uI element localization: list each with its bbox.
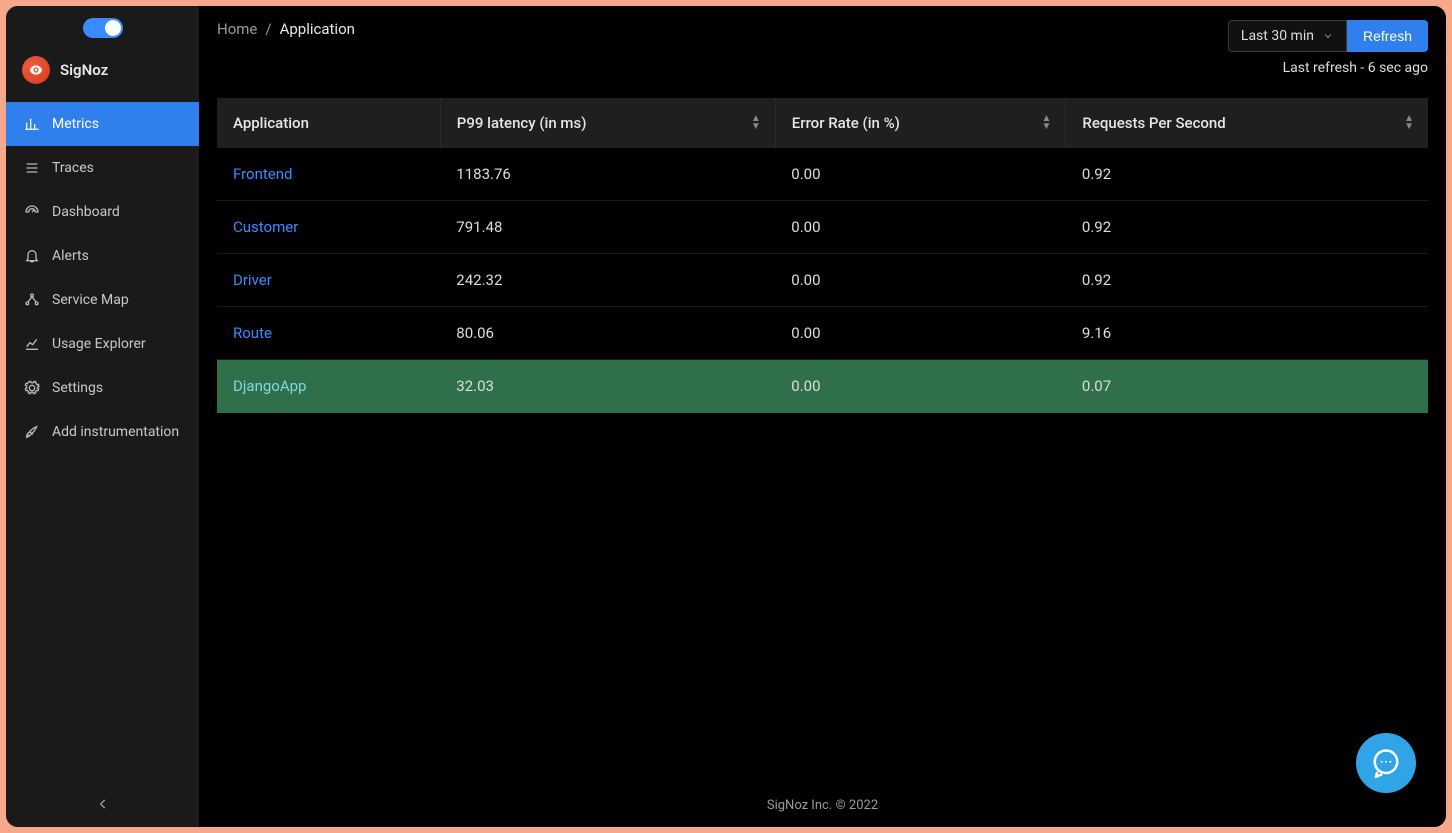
lines-icon — [24, 160, 40, 176]
main-content: Home / Application Last 30 min Refresh L… — [199, 6, 1446, 827]
sidebar-item-label: Add instrumentation — [52, 424, 179, 440]
column-label: P99 latency (in ms) — [457, 114, 587, 132]
topbar: Home / Application Last 30 min Refresh L… — [199, 6, 1446, 84]
line-chart-icon — [24, 336, 40, 352]
applications-table: ApplicationP99 latency (in ms)▲▼Error Ra… — [217, 98, 1428, 413]
gear-icon — [24, 380, 40, 396]
chevron-left-icon — [96, 797, 110, 811]
rps-cell: 0.92 — [1066, 254, 1428, 307]
sidebar-item-alerts[interactable]: Alerts — [6, 234, 199, 278]
brand-logo — [22, 56, 50, 84]
sidebar: SigNoz Metrics Traces Dashboard Alerts Servi… — [6, 6, 199, 827]
brand-name: SigNoz — [60, 61, 108, 79]
rps-cell: 9.16 — [1066, 307, 1428, 360]
sidebar-collapse-button[interactable] — [6, 785, 199, 827]
last-refresh-text: Last refresh - 6 sec ago — [1228, 60, 1428, 76]
bell-icon — [24, 248, 40, 264]
sort-icon[interactable]: ▲▼ — [1042, 115, 1052, 131]
application-link[interactable]: Driver — [233, 271, 272, 289]
breadcrumb-sep: / — [265, 20, 271, 38]
refresh-button[interactable]: Refresh — [1347, 20, 1428, 52]
sidebar-item-label: Usage Explorer — [52, 336, 146, 352]
column-header[interactable]: P99 latency (in ms) ▲▼ — [440, 98, 775, 148]
error-rate-cell: 0.00 — [775, 307, 1066, 360]
application-link[interactable]: Route — [233, 324, 272, 342]
gauge-icon — [24, 204, 40, 220]
rocket-icon — [24, 424, 40, 440]
sidebar-item-add-instrumentation[interactable]: Add instrumentation — [6, 410, 199, 454]
sidebar-item-label: Traces — [52, 160, 94, 176]
error-rate-cell: 0.00 — [775, 148, 1066, 201]
sidebar-item-traces[interactable]: Traces — [6, 146, 199, 190]
application-link[interactable]: Customer — [233, 218, 298, 236]
sidebar-item-label: Settings — [52, 380, 103, 396]
toggle-knob — [105, 20, 121, 36]
sidebar-item-label: Alerts — [52, 248, 89, 264]
time-range-select[interactable]: Last 30 min — [1228, 20, 1347, 52]
sort-icon[interactable]: ▲▼ — [751, 115, 761, 131]
p99-cell: 32.03 — [440, 360, 775, 413]
rps-cell: 0.92 — [1066, 148, 1428, 201]
table-row: Driver 242.320.000.92 — [217, 254, 1428, 307]
chat-icon — [1371, 748, 1401, 778]
sidebar-item-service-map[interactable]: Service Map — [6, 278, 199, 322]
breadcrumb-current: Application — [280, 20, 355, 38]
chevron-down-icon — [1322, 30, 1334, 42]
p99-cell: 80.06 — [440, 307, 775, 360]
sort-icon[interactable]: ▲▼ — [1404, 115, 1414, 131]
p99-cell: 242.32 — [440, 254, 775, 307]
sidebar-item-usage-explorer[interactable]: Usage Explorer — [6, 322, 199, 366]
application-link[interactable]: DjangoApp — [233, 377, 306, 395]
sidebar-item-metrics[interactable]: Metrics — [6, 102, 199, 146]
sidebar-item-label: Metrics — [52, 116, 99, 132]
p99-cell: 1183.76 — [440, 148, 775, 201]
graph-icon — [24, 292, 40, 308]
chat-button[interactable] — [1356, 733, 1416, 793]
footer-text: SigNoz Inc. © 2022 — [199, 788, 1446, 827]
table-row: Customer 791.480.000.92 — [217, 201, 1428, 254]
p99-cell: 791.48 — [440, 201, 775, 254]
table-row: Route 80.060.009.16 — [217, 307, 1428, 360]
table-row: Frontend 1183.760.000.92 — [217, 148, 1428, 201]
time-range-label: Last 30 min — [1241, 28, 1314, 44]
error-rate-cell: 0.00 — [775, 254, 1066, 307]
application-link[interactable]: Frontend — [233, 165, 292, 183]
error-rate-cell: 0.00 — [775, 201, 1066, 254]
rps-cell: 0.07 — [1066, 360, 1428, 413]
eye-icon — [28, 62, 44, 78]
column-header[interactable]: Requests Per Second ▲▼ — [1066, 98, 1428, 148]
sidebar-item-settings[interactable]: Settings — [6, 366, 199, 410]
error-rate-cell: 0.00 — [775, 360, 1066, 413]
sidebar-item-dashboard[interactable]: Dashboard — [6, 190, 199, 234]
nav-list: Metrics Traces Dashboard Alerts Service Map U… — [6, 102, 199, 454]
column-label: Application — [233, 114, 309, 132]
theme-toggle[interactable] — [83, 18, 123, 38]
breadcrumb-home[interactable]: Home — [217, 20, 257, 38]
table-row: DjangoApp 32.030.000.07 — [217, 360, 1428, 413]
column-header: Application — [217, 98, 440, 148]
bar-chart-icon — [24, 116, 40, 132]
brand: SigNoz — [6, 44, 199, 102]
sidebar-item-label: Dashboard — [52, 204, 120, 220]
column-label: Requests Per Second — [1082, 114, 1225, 132]
column-label: Error Rate (in %) — [792, 114, 900, 132]
breadcrumb: Home / Application — [217, 20, 355, 38]
column-header[interactable]: Error Rate (in %) ▲▼ — [775, 98, 1066, 148]
rps-cell: 0.92 — [1066, 201, 1428, 254]
sidebar-item-label: Service Map — [52, 292, 129, 308]
